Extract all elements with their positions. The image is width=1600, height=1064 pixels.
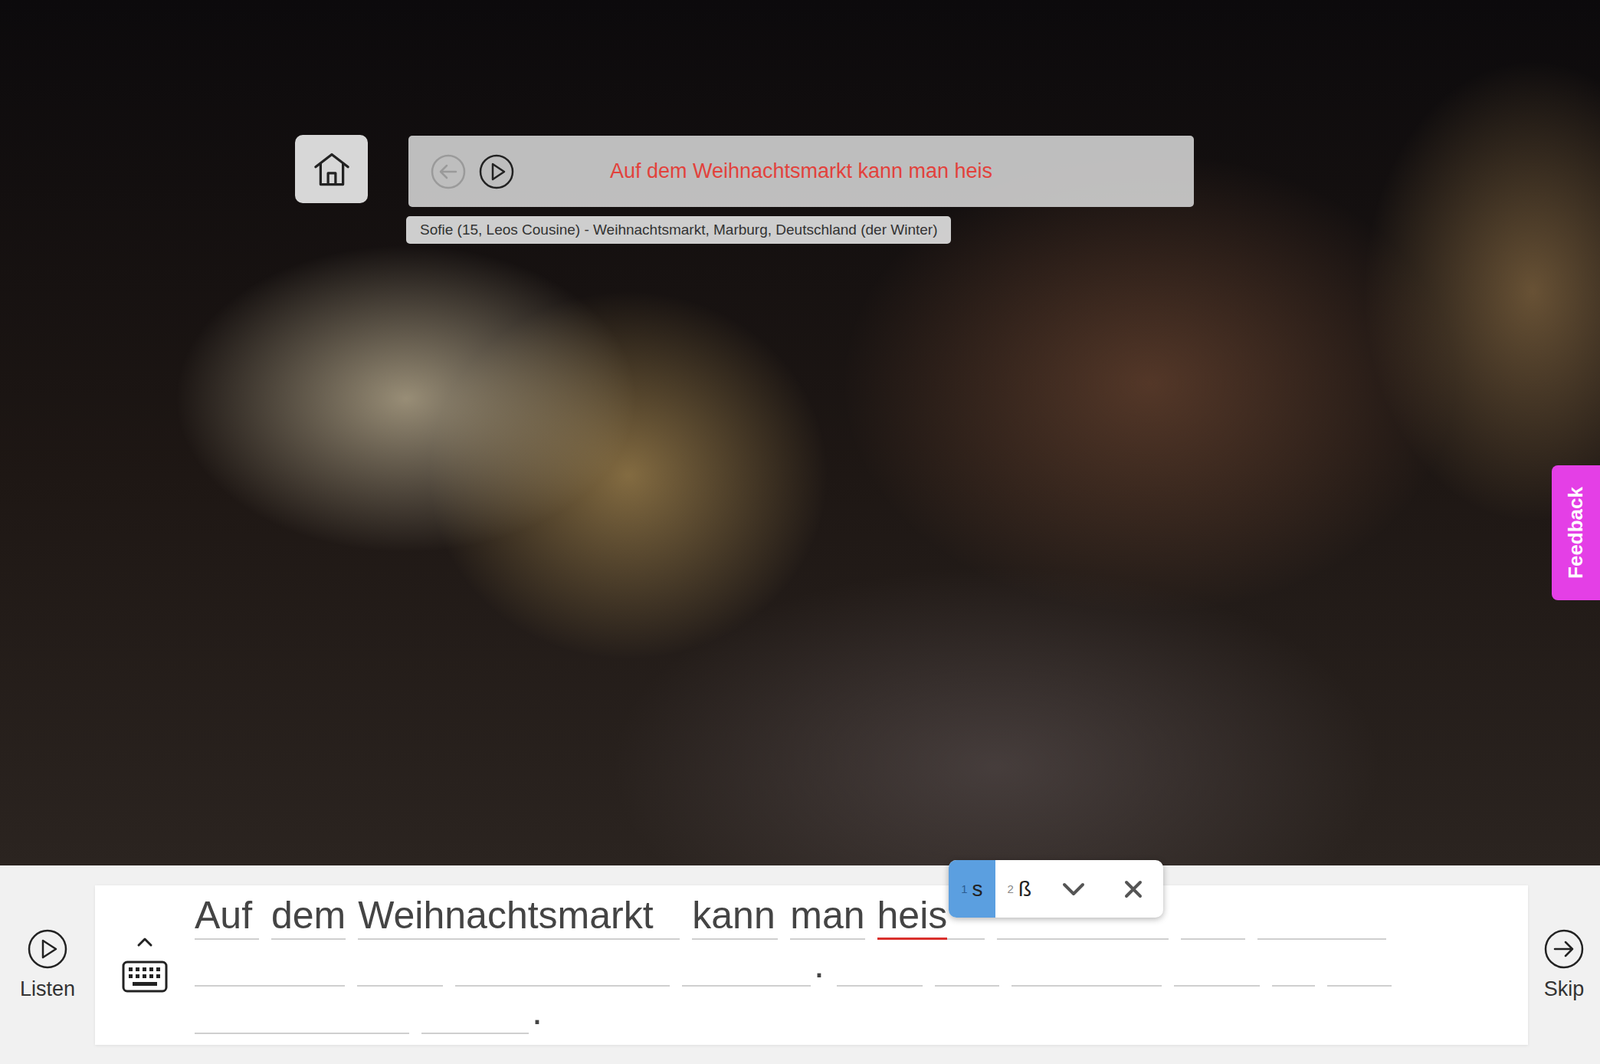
skip-label: Skip <box>1544 977 1585 1001</box>
answer-row: AufdemWeihnachtsmarkt kannman heis1 s2 ß <box>194 893 1505 940</box>
answer-row: . <box>194 942 1505 987</box>
option-key: 1 <box>960 881 968 896</box>
answer-panel: Listen AufdemWeihnachtsmarkt kannman heis1… <box>0 865 1600 1064</box>
listen-button[interactable]: Listen <box>0 927 96 1001</box>
word-slot[interactable] <box>194 942 345 987</box>
punctuation: . <box>813 942 825 987</box>
arrow-right-icon <box>1543 927 1585 970</box>
punctuation: . <box>531 989 543 1034</box>
feedback-label: Feedback <box>1563 486 1588 579</box>
letter-suggestions: 1 s2 ß <box>948 859 1164 918</box>
keyboard-icon <box>121 960 168 993</box>
typed-word: heis1 s2 ß <box>877 893 948 938</box>
close-icon <box>1122 878 1145 900</box>
caption-text: Auf dem Weihnachtsmarkt kann man heis <box>609 159 993 184</box>
app: Auf dem Weihnachtsmarkt kann man heis So… <box>0 0 1600 1064</box>
feedback-tab[interactable]: Feedback <box>1551 465 1600 600</box>
play-icon <box>26 927 69 970</box>
option-char: ß <box>1018 876 1032 902</box>
typed-word: Weihnachtsmarkt <box>357 893 653 938</box>
word-slot[interactable] <box>1180 895 1246 940</box>
suggestion-option[interactable]: 2 ß <box>995 859 1044 918</box>
typed-word: kann <box>691 893 775 938</box>
skip-button[interactable]: Skip <box>1527 927 1600 1001</box>
suggestion-option[interactable]: 1 s <box>948 859 995 918</box>
word-slot[interactable] <box>934 942 1000 987</box>
keyboard-toggle[interactable] <box>95 935 195 993</box>
scene-label: Sofie (15, Leos Cousine) - Weihnachtsmar… <box>406 216 951 244</box>
typed-word: Auf <box>194 893 253 938</box>
close-button[interactable] <box>1103 859 1164 918</box>
answer-text: AufdemWeihnachtsmarkt kannman heis1 s2 ß .… <box>194 893 1505 1034</box>
word-slot[interactable] <box>1173 942 1260 987</box>
word-slot[interactable] <box>1257 895 1387 940</box>
word-slot[interactable] <box>1011 942 1162 987</box>
word-slot[interactable]: Auf <box>194 893 260 940</box>
accept-button[interactable] <box>1043 859 1104 918</box>
word-slot[interactable] <box>1327 942 1392 987</box>
word-slot[interactable] <box>681 942 811 987</box>
video-view[interactable]: Auf dem Weihnachtsmarkt kann man heis So… <box>0 0 1600 866</box>
back-button[interactable] <box>429 153 467 191</box>
caption-controls <box>429 153 610 191</box>
caption-bar: Auf dem Weihnachtsmarkt kann man heis <box>408 135 1194 207</box>
chevron-down-icon <box>1060 879 1087 899</box>
option-char: s <box>972 876 984 902</box>
word-slot[interactable] <box>421 989 529 1034</box>
word-slot[interactable]: dem <box>271 893 346 940</box>
answer-card: AufdemWeihnachtsmarkt kannman heis1 s2 ß .… <box>95 885 1528 1045</box>
play-icon <box>478 153 515 191</box>
word-slot[interactable] <box>1272 942 1315 987</box>
home-button[interactable] <box>295 134 368 204</box>
word-slot[interactable] <box>357 942 443 987</box>
word-slot[interactable]: heis1 s2 ß <box>877 893 985 940</box>
option-key: 2 <box>1007 881 1014 896</box>
word-slot[interactable] <box>836 942 923 987</box>
chevron-up-icon <box>135 935 155 948</box>
home-icon <box>311 150 352 189</box>
word-slot[interactable] <box>455 942 670 987</box>
answer-row: . <box>194 989 1505 1034</box>
typed-word: dem <box>271 893 346 938</box>
listen-label: Listen <box>19 977 76 1001</box>
word-slot[interactable]: man <box>790 893 865 940</box>
word-slot[interactable]: kann <box>691 893 778 940</box>
back-arrow-icon <box>429 153 467 191</box>
typed-word: man <box>790 893 865 938</box>
word-slot[interactable]: Weihnachtsmarkt <box>357 893 680 940</box>
play-button[interactable] <box>478 153 515 191</box>
word-slot[interactable] <box>194 989 410 1034</box>
